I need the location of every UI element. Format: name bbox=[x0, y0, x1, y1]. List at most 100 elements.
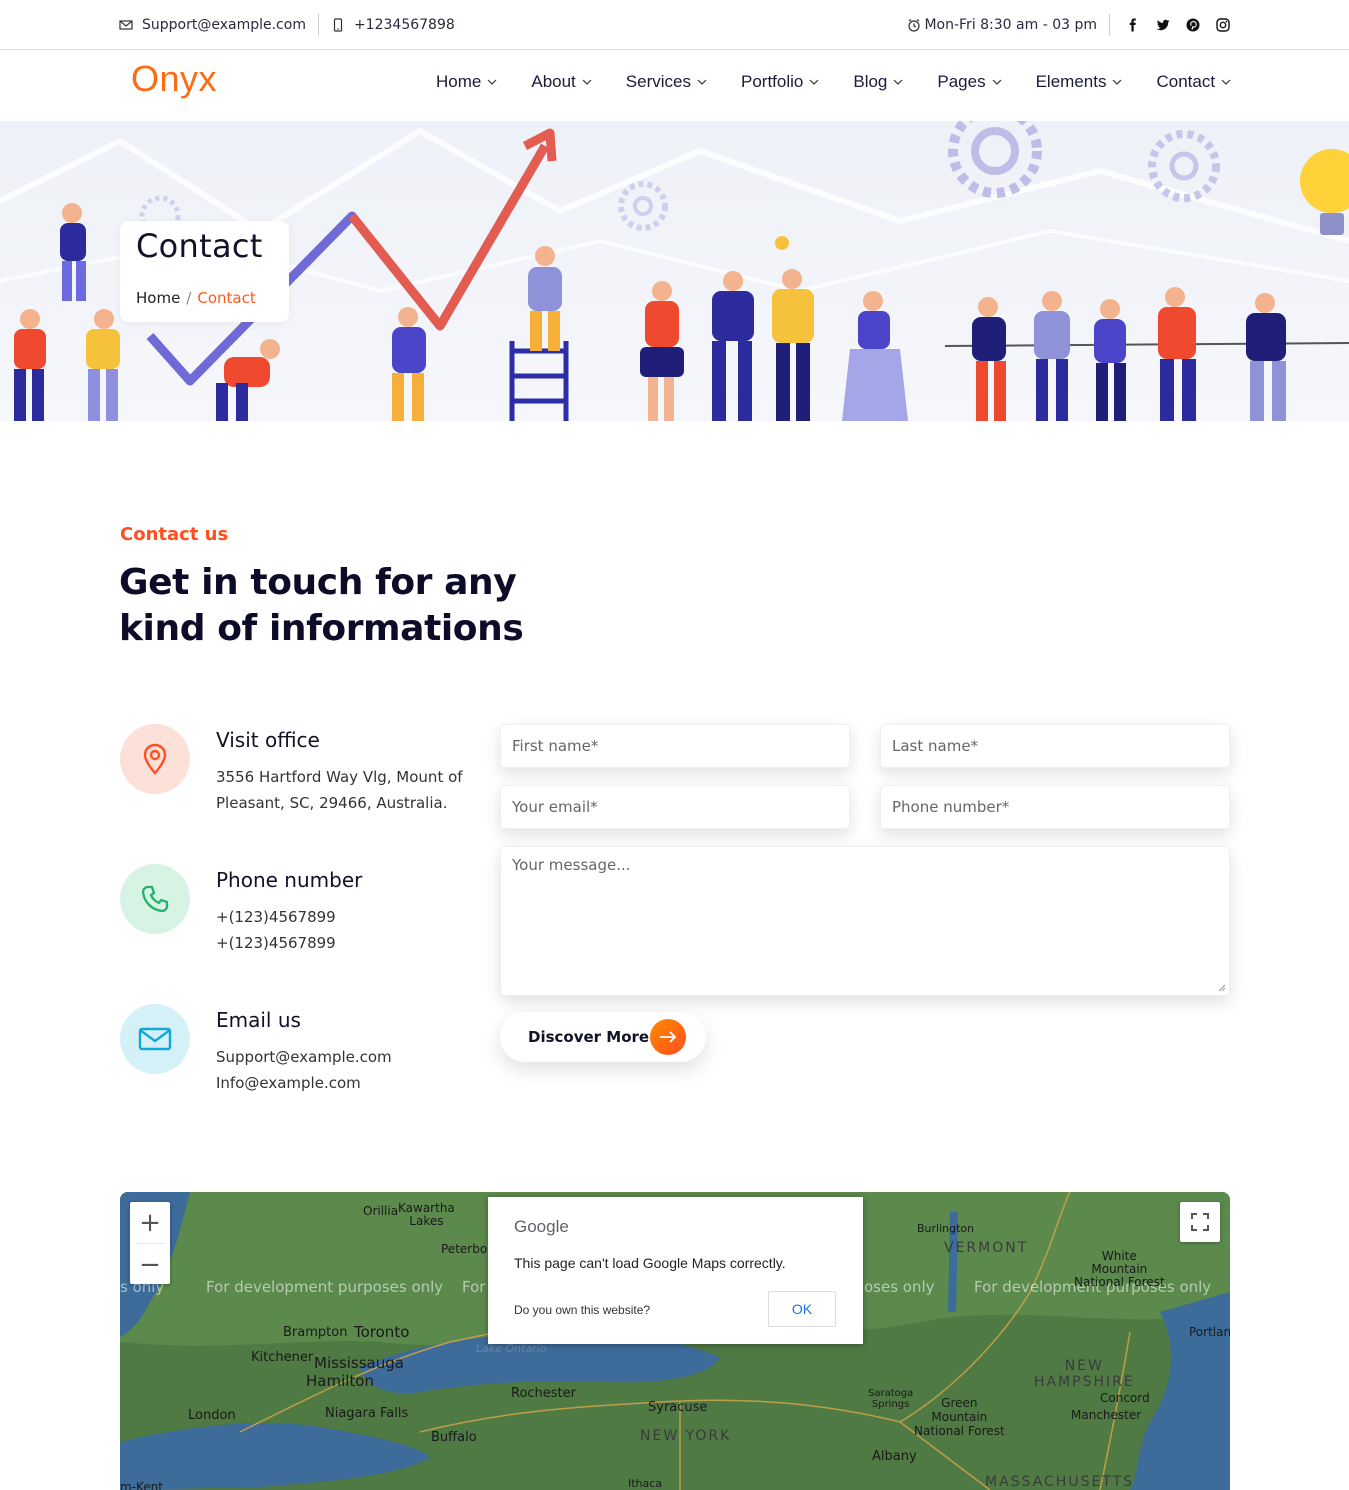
map-label: London bbox=[188, 1408, 236, 1423]
email-address-line[interactable]: Info@example.com bbox=[216, 1074, 361, 1092]
nav-item-label: Portfolio bbox=[740, 72, 804, 91]
zoom-out-button[interactable]: − bbox=[130, 1244, 170, 1285]
chevron-down-icon bbox=[893, 79, 903, 85]
page-title-card: Contact Home / Contact bbox=[120, 221, 289, 322]
first-name-field bbox=[500, 724, 850, 768]
facebook-icon[interactable] bbox=[1126, 18, 1140, 32]
ladder-icon bbox=[509, 341, 569, 421]
nav-item-label: Elements bbox=[1035, 72, 1107, 91]
last-name-field bbox=[880, 724, 1230, 768]
phone-input[interactable] bbox=[881, 786, 1229, 828]
map-label: Orillia bbox=[363, 1204, 399, 1218]
nav-item-about[interactable]: About bbox=[531, 72, 592, 92]
mobile-phone-icon bbox=[333, 18, 343, 32]
social-links bbox=[1126, 18, 1230, 32]
phone-info: Phone number +(123)4567899 +(123)4567899 bbox=[120, 864, 480, 964]
map-label: White Mountain National Forest bbox=[1074, 1249, 1165, 1289]
nav-item-contact[interactable]: Contact bbox=[1156, 72, 1231, 92]
message-textarea[interactable] bbox=[501, 847, 1229, 995]
phone-field bbox=[880, 785, 1230, 829]
map-label: m-Kent bbox=[120, 1480, 163, 1490]
google-logo: Google bbox=[514, 1217, 569, 1236]
phone-number-line[interactable]: +(123)4567899 bbox=[216, 908, 336, 926]
envelope-icon bbox=[120, 1004, 190, 1074]
phone-number-line[interactable]: +(123)4567899 bbox=[216, 934, 336, 952]
map-label: Buffalo bbox=[431, 1430, 477, 1445]
fullscreen-button[interactable] bbox=[1180, 1202, 1220, 1242]
chevron-down-icon bbox=[697, 79, 707, 85]
email-input[interactable] bbox=[501, 786, 849, 828]
nav-item-services[interactable]: Services bbox=[626, 72, 707, 92]
office-address-line: 3556 Hartford Way Vlg, Mount of bbox=[216, 768, 463, 786]
logo[interactable]: Onyx bbox=[131, 58, 217, 100]
last-name-input[interactable] bbox=[881, 725, 1229, 767]
gear-icon bbox=[618, 181, 668, 231]
fullscreen-icon bbox=[1191, 1213, 1209, 1231]
nav-item-blog[interactable]: Blog bbox=[853, 72, 903, 92]
topbar-hours: Mon-Fri 8:30 am - 03 pm bbox=[907, 17, 1097, 33]
map-label: Hamilton bbox=[306, 1372, 374, 1390]
nav-item-home[interactable]: Home bbox=[436, 72, 497, 92]
resize-handle-icon[interactable] bbox=[1218, 984, 1226, 992]
map-label: Kitchener bbox=[251, 1350, 314, 1365]
chevron-down-icon bbox=[1113, 79, 1122, 85]
ok-button[interactable]: OK bbox=[768, 1291, 836, 1327]
dev-watermark: For development purposes only bbox=[206, 1278, 444, 1296]
location-pin-icon bbox=[120, 724, 190, 794]
chevron-down-icon bbox=[1221, 79, 1231, 85]
office-info: Visit office 3556 Hartford Way Vlg, Moun… bbox=[120, 724, 480, 824]
maps-error-dialog: Google This page can't load Google Maps … bbox=[488, 1197, 863, 1344]
map-label: Rochester bbox=[511, 1386, 576, 1401]
nav-item-pages[interactable]: Pages bbox=[937, 72, 1002, 92]
map-label: Concord bbox=[1100, 1391, 1150, 1405]
section-eyebrow: Contact us bbox=[120, 524, 229, 545]
main-menu: Home About Services Portfolio Blog Pages… bbox=[436, 50, 1231, 114]
section-heading: Get in touch for any kind of information… bbox=[119, 562, 524, 649]
topbar-phone[interactable]: +1234567898 bbox=[331, 17, 455, 33]
topbar-phone-text: +1234567898 bbox=[353, 17, 455, 33]
google-map[interactable]: s only For development purposes only For… bbox=[120, 1192, 1230, 1490]
breadcrumb-separator: / bbox=[186, 289, 192, 307]
page-title: Contact bbox=[136, 227, 263, 265]
alarm-clock-icon bbox=[908, 19, 921, 32]
main-navbar: Onyx Home About Services Portfolio Blog … bbox=[0, 50, 1349, 121]
dev-watermark: oses only bbox=[864, 1278, 935, 1296]
phone-icon bbox=[120, 864, 190, 934]
chevron-down-icon bbox=[809, 79, 819, 85]
arrow-right-icon bbox=[650, 1019, 686, 1055]
nav-item-label: Pages bbox=[937, 72, 986, 91]
breadcrumb-home[interactable]: Home bbox=[136, 289, 180, 307]
discover-more-button[interactable]: Discover More bbox=[500, 1012, 706, 1062]
map-state-label: NEW HAMPSHIRE bbox=[1034, 1358, 1135, 1390]
nav-item-label: Home bbox=[436, 72, 482, 91]
nav-item-label: Contact bbox=[1156, 72, 1216, 91]
nav-item-portfolio[interactable]: Portfolio bbox=[741, 72, 819, 92]
page-hero: Contact Home / Contact bbox=[0, 121, 1349, 421]
chevron-down-icon bbox=[992, 79, 1002, 85]
email-address-line[interactable]: Support@example.com bbox=[216, 1048, 392, 1066]
divider bbox=[317, 14, 319, 36]
gear-icon bbox=[948, 121, 1042, 198]
topbar-hours-text: Mon-Fri 8:30 am - 03 pm bbox=[924, 17, 1097, 33]
instagram-icon[interactable] bbox=[1216, 18, 1230, 32]
pinterest-icon[interactable] bbox=[1186, 18, 1200, 32]
email-title: Email us bbox=[216, 1008, 301, 1032]
map-state-label: MASSACHUSETTS bbox=[985, 1474, 1135, 1490]
map-state-label: NEW YORK bbox=[640, 1428, 732, 1444]
message-field bbox=[500, 846, 1230, 996]
topbar-email-text: Support@example.com bbox=[142, 17, 306, 33]
divider bbox=[1109, 14, 1110, 36]
nav-item-elements[interactable]: Elements bbox=[1036, 72, 1123, 92]
twitter-icon[interactable] bbox=[1156, 18, 1170, 32]
office-title: Visit office bbox=[216, 728, 320, 752]
first-name-input[interactable] bbox=[501, 725, 849, 767]
dev-watermark: For bbox=[462, 1278, 486, 1296]
chevron-down-icon bbox=[487, 79, 497, 85]
map-label: Brampton bbox=[283, 1325, 348, 1340]
zoom-in-button[interactable]: + bbox=[130, 1202, 170, 1243]
map-label: Niagara Falls bbox=[325, 1406, 409, 1421]
breadcrumb: Home / Contact bbox=[136, 289, 256, 307]
maps-owner-question[interactable]: Do you own this website? bbox=[514, 1303, 650, 1317]
email-field bbox=[500, 785, 850, 829]
topbar-email[interactable]: Support@example.com bbox=[119, 17, 306, 33]
